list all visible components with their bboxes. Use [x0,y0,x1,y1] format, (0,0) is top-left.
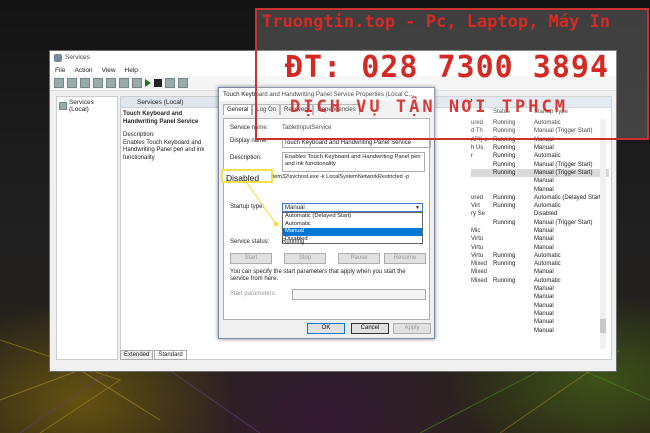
callout-line [246,182,277,225]
watermark-line-1: Truongtin.top - Pc, Laptop, Máy In [262,12,610,32]
disabled-callout: Disabled [221,169,273,183]
callout-dot [273,221,279,227]
watermark-line-2: ĐT: 028 7300 3894 [285,50,610,85]
watermark-line-3: DỊCH VỤ TẬN NƠI TPHCM [290,97,568,117]
